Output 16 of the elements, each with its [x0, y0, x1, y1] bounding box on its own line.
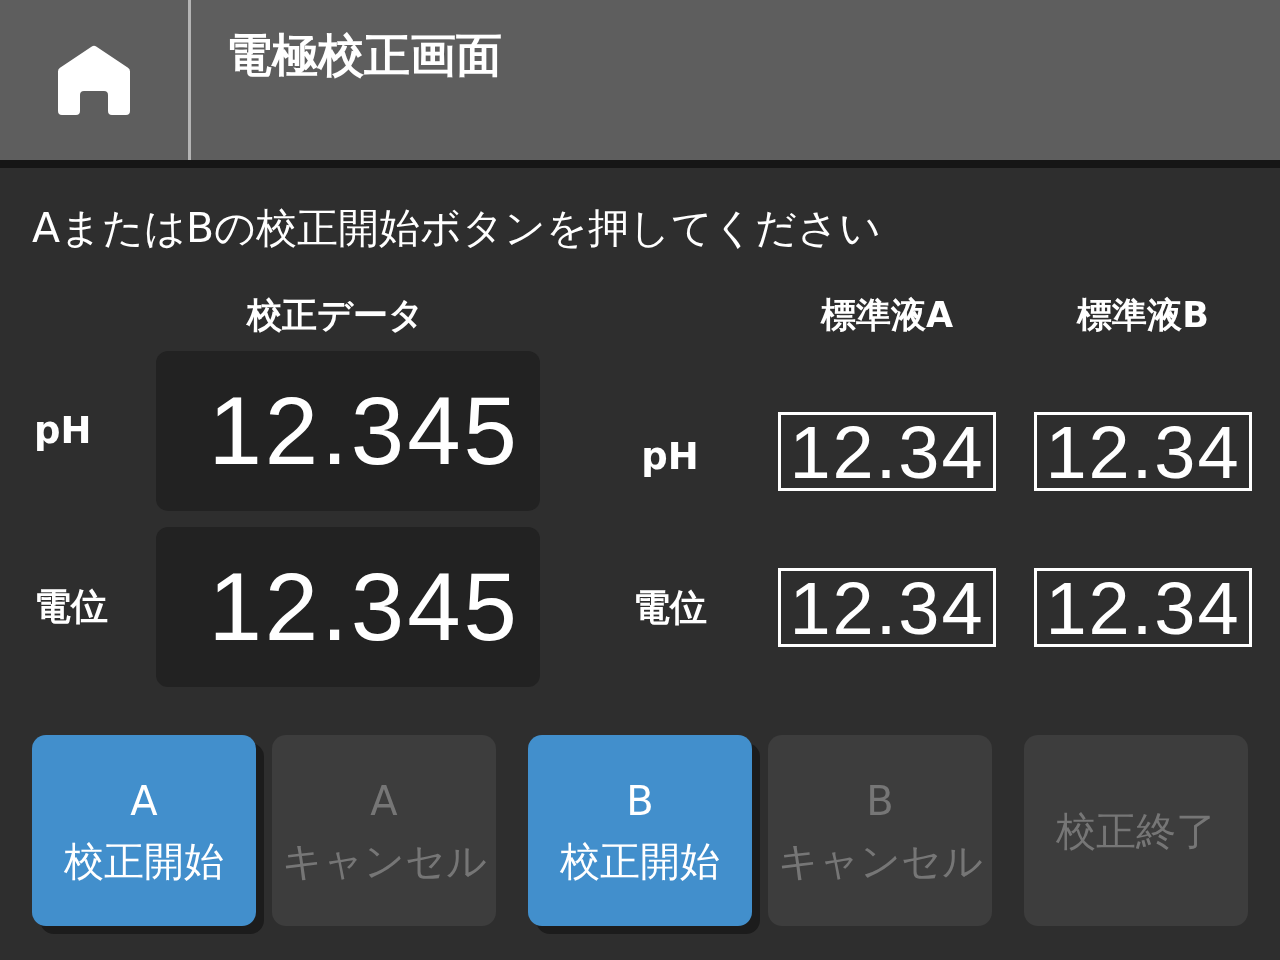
home-icon	[58, 45, 130, 115]
value-display: 12.345	[156, 527, 540, 687]
value-display: 12.34	[1034, 568, 1252, 647]
row-label: pH	[34, 409, 92, 453]
column-heading: 標準液B	[1077, 295, 1209, 335]
screen-title: 電極校正画面	[225, 27, 502, 83]
value-display: 12.34	[778, 412, 996, 491]
value-display: 12.345	[156, 351, 540, 511]
column-heading: 校正データ	[246, 295, 424, 335]
instruction-text: AまたはBの校正開始ボタンを押してください	[32, 203, 882, 253]
value-display: 12.34	[1034, 412, 1252, 491]
column-heading: 標準液A	[820, 295, 954, 335]
row-label: pH	[641, 434, 699, 479]
row-label: 電位	[633, 585, 707, 630]
value-display: 12.34	[778, 568, 996, 647]
row-label: 電位	[34, 585, 108, 629]
